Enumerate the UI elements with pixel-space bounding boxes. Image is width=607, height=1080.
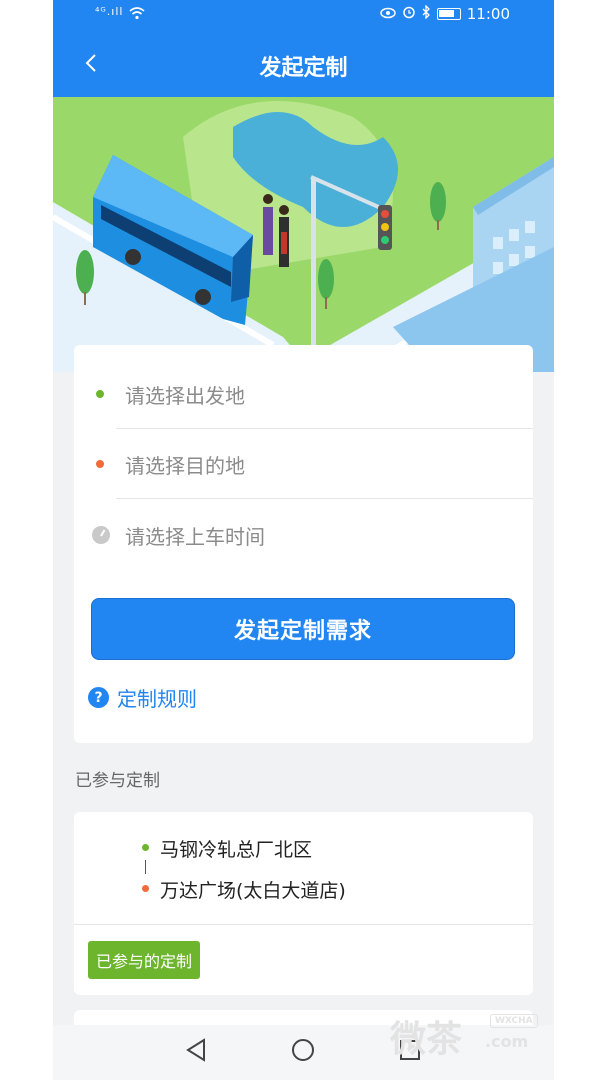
bus-scene-illustration	[53, 97, 554, 375]
eye-icon	[380, 5, 396, 23]
network-indicator: ⁴ᴳ.ıll	[95, 5, 124, 18]
system-nav-bar	[53, 1025, 554, 1080]
watermark-cn: 微茶	[390, 1019, 463, 1060]
route-line	[145, 860, 146, 874]
joined-order-card[interactable]: 马钢冷轧总厂北区 万达广场(太白大道店) 已参与的定制	[74, 812, 533, 995]
hero-illustration	[53, 97, 554, 375]
circle-home-icon[interactable]	[291, 1038, 315, 1066]
order-to: 万达广场(太白大道店)	[160, 880, 346, 902]
status-bar: ⁴ᴳ.ıll 11:00	[53, 0, 554, 30]
divider	[116, 498, 533, 499]
page-title: 发起定制	[259, 56, 348, 81]
pickup-time-placeholder: 请选择上车时间	[125, 524, 265, 549]
bluetooth-icon	[422, 4, 431, 23]
origin-field[interactable]: 请选择出发地	[74, 359, 533, 429]
to-dot-icon	[142, 885, 149, 892]
status-badge: 已参与的定制	[88, 941, 201, 979]
triangle-back-icon[interactable]	[185, 1038, 207, 1066]
destination-dot-icon	[96, 460, 104, 468]
order-from: 马钢冷轧总厂北区	[160, 839, 313, 861]
battery-icon	[436, 8, 461, 20]
origin-dot-icon	[96, 390, 104, 398]
question-circle-icon: ?	[88, 687, 109, 708]
nav-bar: 发起定制	[53, 30, 554, 97]
submit-customize-button[interactable]: 发起定制需求	[91, 598, 515, 660]
watermark-logo: 微茶 WXCHA .com	[390, 1010, 538, 1062]
customize-form-card: 请选择出发地 请选择目的地 请选择上车时间 发起定制需求 ? 定制规则	[74, 345, 533, 743]
status-right: 11:00	[380, 4, 510, 23]
customize-rules-link[interactable]: ? 定制规则	[88, 683, 197, 712]
clock-time: 11:00	[466, 5, 510, 23]
divider	[74, 924, 533, 925]
from-dot-icon	[142, 844, 149, 851]
clock-icon	[92, 526, 110, 544]
alarm-icon	[402, 5, 416, 23]
customize-rules-label: 定制规则	[117, 687, 197, 711]
joined-section-title: 已参与定制	[75, 771, 160, 791]
watermark-com: .com	[485, 1032, 529, 1051]
wifi-icon	[129, 6, 145, 24]
app-screen: ⁴ᴳ.ıll 11:00 发起定制 请选择出发地 请选择目的地 请选择上车时间 …	[53, 0, 554, 1080]
pickup-time-field[interactable]: 请选择上车时间	[74, 500, 533, 570]
destination-placeholder: 请选择目的地	[125, 453, 245, 478]
destination-field[interactable]: 请选择目的地	[74, 429, 533, 499]
watermark-en: WXCHA	[490, 1014, 538, 1028]
origin-placeholder: 请选择出发地	[125, 383, 245, 408]
